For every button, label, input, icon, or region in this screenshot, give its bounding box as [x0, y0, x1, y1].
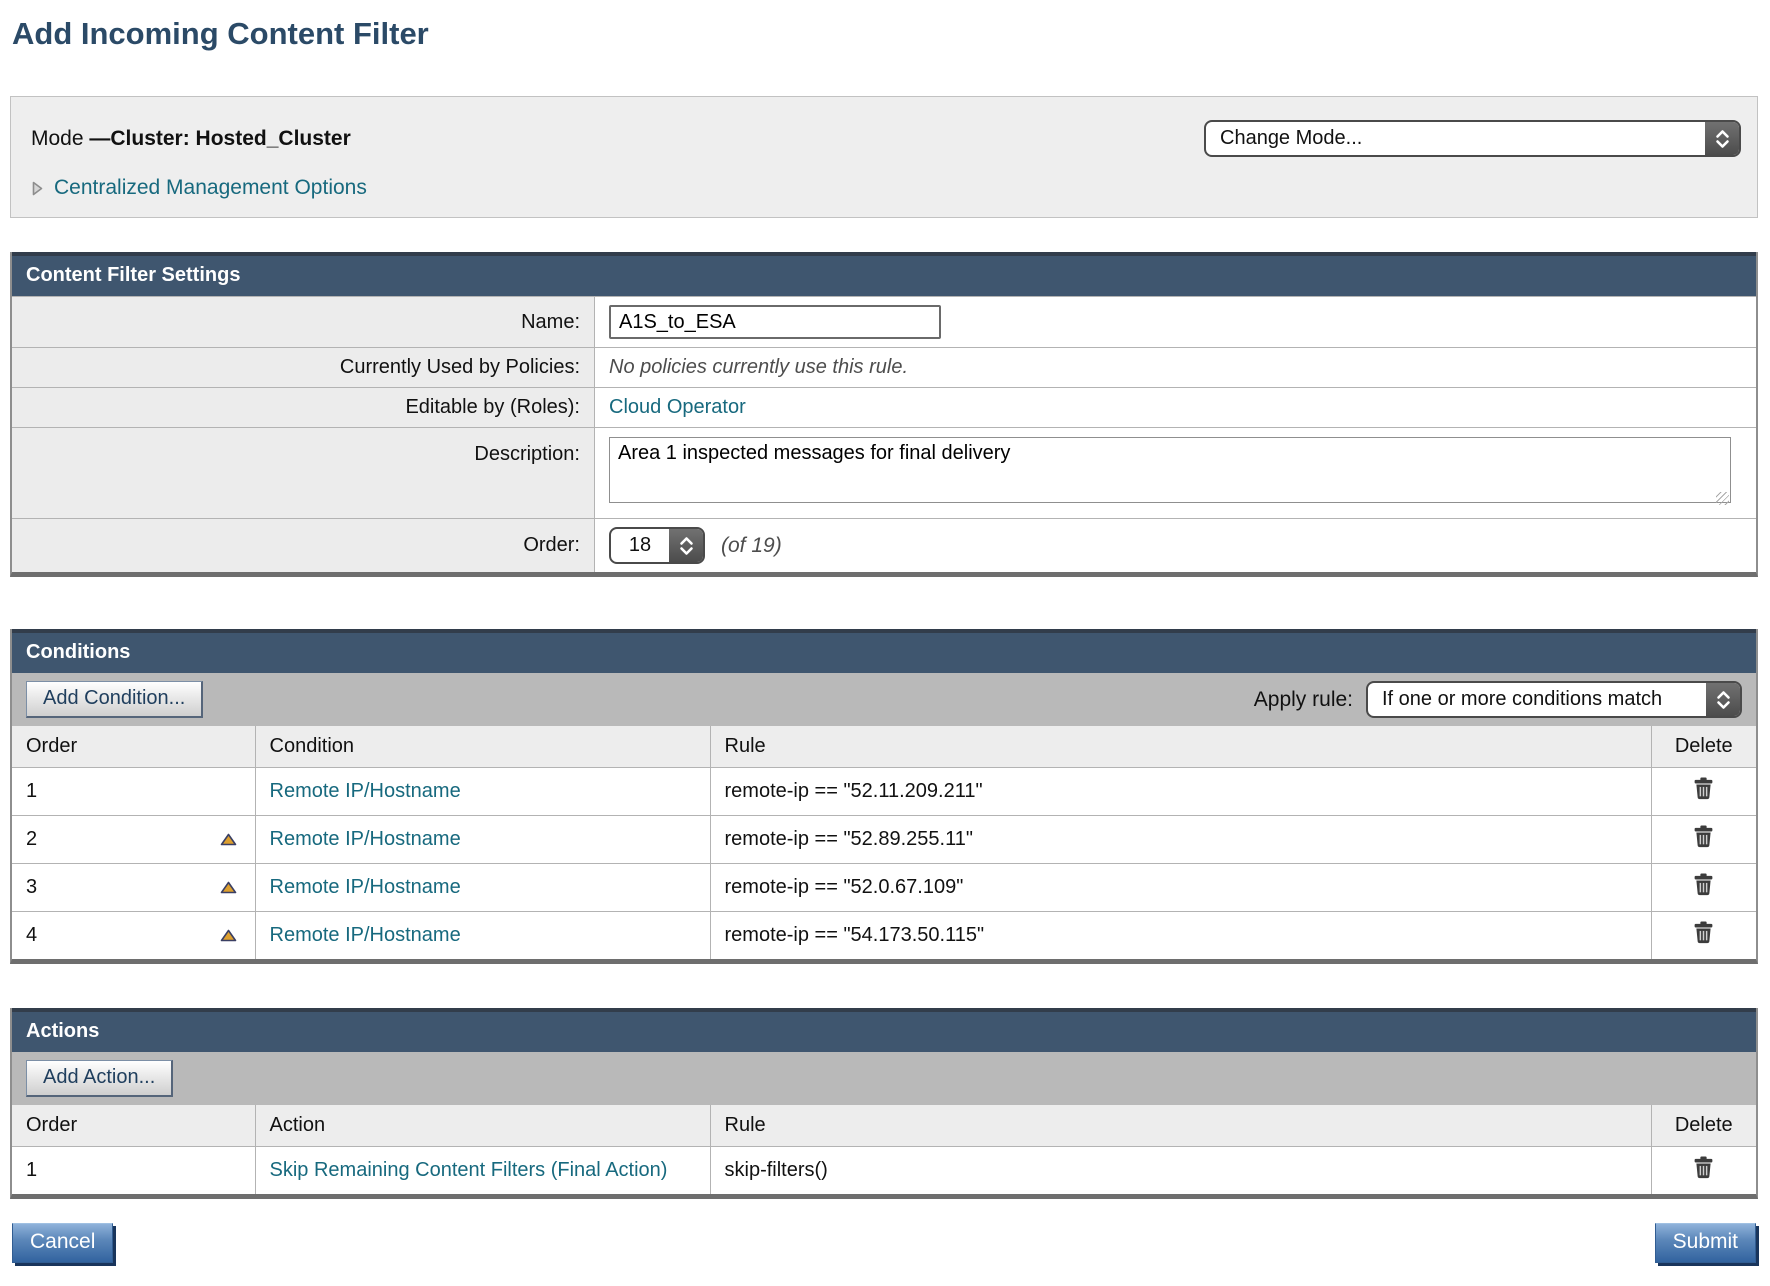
conditions-panel-title: Conditions	[12, 629, 1756, 673]
condition-link[interactable]: Remote IP/Hostname	[270, 780, 461, 802]
settings-row-roles: Editable by (Roles): Cloud Operator	[12, 387, 1756, 427]
trash-icon	[1693, 836, 1714, 851]
action-rule: skip-filters()	[710, 1147, 1651, 1195]
condition-link[interactable]: Remote IP/Hostname	[270, 876, 461, 898]
policies-value: No policies currently use this rule.	[609, 356, 908, 379]
actions-panel: Actions Add Action... Order Action Rule …	[10, 1008, 1758, 1199]
description-label: Description:	[12, 428, 595, 518]
condition-row: 3 Remote IP/Hostname remote-ip == "52.0.…	[12, 864, 1756, 912]
select-stepper-icon	[1706, 683, 1740, 716]
order-label: Order:	[12, 519, 595, 572]
mode-panel: Mode —Cluster: Hosted_Cluster Change Mod…	[10, 96, 1758, 218]
select-stepper-icon	[669, 529, 703, 562]
change-mode-select-value: Change Mode...	[1206, 122, 1705, 155]
name-input[interactable]	[609, 305, 941, 339]
apply-rule-select-value: If one or more conditions match	[1368, 683, 1706, 716]
apply-rule-select[interactable]: If one or more conditions match	[1366, 681, 1742, 718]
conditions-header-row: Order Condition Rule Delete	[12, 726, 1756, 768]
delete-condition-button[interactable]	[1693, 825, 1714, 848]
condition-row: 1 Remote IP/Hostname remote-ip == "52.11…	[12, 768, 1756, 816]
submit-button[interactable]: Submit	[1655, 1223, 1756, 1263]
mode-text: Mode —Cluster: Hosted_Cluster	[31, 127, 351, 151]
policies-label: Currently Used by Policies:	[12, 348, 595, 387]
condition-rule: remote-ip == "52.0.67.109"	[710, 864, 1651, 912]
condition-rule: remote-ip == "52.89.255.11"	[710, 816, 1651, 864]
content-filter-settings-panel: Content Filter Settings Name: Currently …	[10, 252, 1758, 577]
delete-condition-button[interactable]	[1693, 873, 1714, 896]
roles-label: Editable by (Roles):	[12, 388, 595, 427]
description-textarea[interactable]: Area 1 inspected messages for final deli…	[609, 437, 1731, 503]
move-up-button[interactable]	[216, 881, 241, 894]
conditions-panel: Conditions Add Condition... Apply rule: …	[10, 629, 1758, 964]
condition-rule: remote-ip == "54.173.50.115"	[710, 912, 1651, 960]
trash-icon	[1693, 788, 1714, 803]
editable-roles-link[interactable]: Cloud Operator	[609, 396, 746, 419]
condition-link[interactable]: Remote IP/Hostname	[270, 828, 461, 850]
order-select[interactable]: 18	[609, 527, 705, 564]
settings-row-order: Order: 18 (of 19)	[12, 518, 1756, 572]
col-condition: Condition	[255, 726, 710, 768]
trash-icon	[1693, 1167, 1714, 1182]
mode-value: —Cluster: Hosted_Cluster	[89, 127, 350, 150]
condition-link[interactable]: Remote IP/Hostname	[270, 924, 461, 946]
condition-rule: remote-ip == "52.11.209.211"	[710, 768, 1651, 816]
condition-order: 1	[26, 780, 37, 803]
condition-order: 4	[26, 924, 37, 947]
name-label: Name:	[12, 297, 595, 347]
col-action: Action	[255, 1105, 710, 1147]
order-total: (of 19)	[721, 534, 782, 558]
move-up-button[interactable]	[216, 833, 241, 846]
condition-row: 2 Remote IP/Hostname remote-ip == "52.89…	[12, 816, 1756, 864]
col-delete: Delete	[1651, 1105, 1756, 1147]
delete-action-button[interactable]	[1693, 1156, 1714, 1179]
cancel-button[interactable]: Cancel	[12, 1223, 113, 1263]
action-link[interactable]: Skip Remaining Content Filters (Final Ac…	[270, 1159, 668, 1181]
actions-header-row: Order Action Rule Delete	[12, 1105, 1756, 1147]
conditions-table: Order Condition Rule Delete 1 Remote IP/…	[12, 726, 1756, 959]
col-rule: Rule	[710, 726, 1651, 768]
actions-table: Order Action Rule Delete 1 Skip Remainin…	[12, 1105, 1756, 1194]
condition-order: 2	[26, 828, 37, 851]
settings-panel-title: Content Filter Settings	[12, 252, 1756, 296]
footer-bar: Cancel Submit	[10, 1223, 1758, 1263]
select-stepper-icon	[1705, 122, 1739, 155]
move-up-icon	[220, 834, 237, 849]
trash-icon	[1693, 884, 1714, 899]
mode-label: Mode	[31, 127, 84, 150]
condition-row: 4 Remote IP/Hostname remote-ip == "54.17…	[12, 912, 1756, 960]
conditions-toolbar: Add Condition... Apply rule: If one or m…	[12, 673, 1756, 726]
actions-panel-title: Actions	[12, 1008, 1756, 1052]
trash-icon	[1693, 932, 1714, 947]
resize-handle-icon[interactable]	[1716, 492, 1729, 505]
move-up-icon	[220, 882, 237, 897]
col-rule: Rule	[710, 1105, 1651, 1147]
centralized-management-options-link[interactable]: Centralized Management Options	[54, 176, 367, 200]
disclosure-triangle-icon[interactable]	[31, 180, 44, 197]
move-up-icon	[220, 930, 237, 945]
order-select-value: 18	[611, 529, 669, 562]
action-order: 1	[26, 1159, 37, 1182]
add-action-button[interactable]: Add Action...	[26, 1060, 173, 1097]
settings-row-description: Description: Area 1 inspected messages f…	[12, 427, 1756, 518]
col-order: Order	[12, 1105, 255, 1147]
add-condition-button[interactable]: Add Condition...	[26, 681, 203, 718]
apply-rule-label: Apply rule:	[1254, 688, 1353, 712]
action-row: 1 Skip Remaining Content Filters (Final …	[12, 1147, 1756, 1195]
col-delete: Delete	[1651, 726, 1756, 768]
condition-order: 3	[26, 876, 37, 899]
move-up-button[interactable]	[216, 929, 241, 942]
page-title: Add Incoming Content Filter	[12, 16, 1758, 52]
col-order: Order	[12, 726, 255, 768]
settings-row-policies: Currently Used by Policies: No policies …	[12, 347, 1756, 387]
delete-condition-button[interactable]	[1693, 921, 1714, 944]
settings-row-name: Name:	[12, 296, 1756, 347]
delete-condition-button[interactable]	[1693, 777, 1714, 800]
actions-toolbar: Add Action...	[12, 1052, 1756, 1105]
change-mode-select[interactable]: Change Mode...	[1204, 120, 1741, 157]
